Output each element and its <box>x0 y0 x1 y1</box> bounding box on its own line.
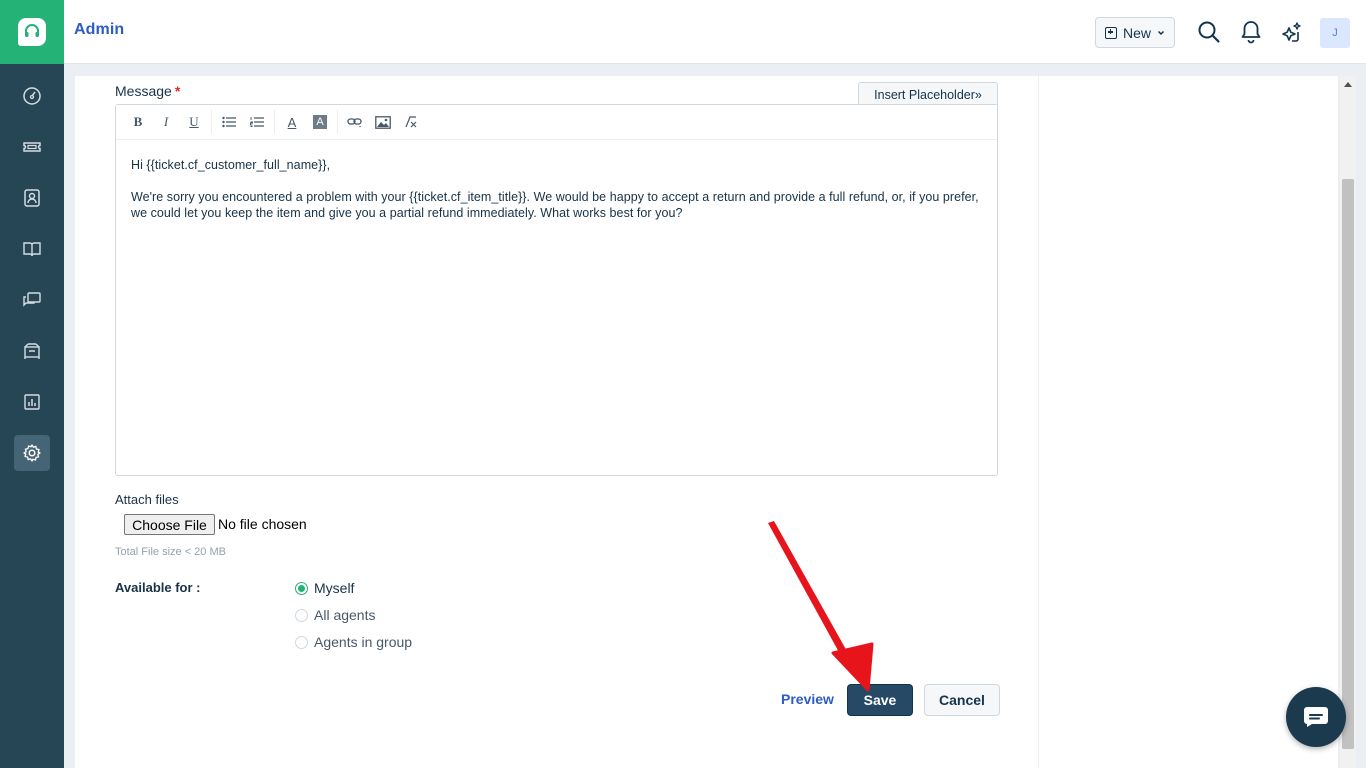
sparkle-ai-icon <box>1282 22 1301 42</box>
required-marker: * <box>174 83 181 99</box>
clear-format-button[interactable] <box>397 110 425 134</box>
toolbar-separator <box>211 110 212 134</box>
radio-option-myself[interactable]: Myself <box>295 580 354 596</box>
sidebar-item-reports[interactable] <box>14 384 50 420</box>
admin-gear-icon <box>23 444 41 462</box>
reports-icon <box>24 394 40 410</box>
sidebar <box>0 0 64 768</box>
no-file-chosen-text: No file chosen <box>218 516 307 532</box>
notifications-button[interactable] <box>1237 18 1265 46</box>
sidebar-item-groups[interactable] <box>14 333 50 369</box>
save-button[interactable]: Save <box>847 684 913 716</box>
page-title: Admin <box>74 21 125 38</box>
radio-option-all-agents[interactable]: All agents <box>295 607 375 623</box>
bold-button[interactable]: B <box>124 110 152 134</box>
chat-bubble-icon <box>1304 707 1328 727</box>
file-size-note: Total File size < 20 MB <box>115 546 226 558</box>
top-bar: Admin New J <box>64 0 1366 64</box>
tickets-icon <box>23 142 41 152</box>
message-label: Message * <box>115 83 180 99</box>
plus-box-icon <box>1104 26 1117 39</box>
sidebar-item-tickets[interactable] <box>14 129 50 165</box>
ai-assist-button[interactable] <box>1278 18 1306 46</box>
bullet-list-icon <box>222 116 236 128</box>
sidebar-item-admin[interactable] <box>14 435 50 471</box>
radio-button[interactable] <box>295 608 308 622</box>
headset-icon <box>18 18 46 46</box>
underline-button[interactable]: U <box>180 110 208 134</box>
background-color-button[interactable]: A <box>306 110 334 134</box>
cancel-button[interactable]: Cancel <box>924 684 1000 716</box>
dashboard-icon <box>23 87 41 105</box>
attach-files-label: Attach files <box>115 492 179 507</box>
app-logo[interactable] <box>0 0 64 64</box>
radio-button[interactable] <box>295 635 308 649</box>
new-button[interactable]: New <box>1095 17 1175 48</box>
scroll-thumb[interactable] <box>1342 179 1354 749</box>
clear-format-icon <box>405 116 417 128</box>
sidebar-item-forums[interactable] <box>14 282 50 318</box>
radio-label: All agents <box>314 607 376 623</box>
radio-button-checked[interactable] <box>295 581 308 595</box>
sidebar-item-solutions[interactable] <box>14 231 50 267</box>
message-body[interactable]: Hi {{ticket.cf_customer_full_name}}, We'… <box>116 140 997 254</box>
user-avatar[interactable]: J <box>1320 18 1350 48</box>
message-greeting: Hi {{ticket.cf_customer_full_name}}, <box>131 158 331 172</box>
solutions-icon <box>23 242 41 257</box>
editor-toolbar: B I U A A <box>116 105 997 140</box>
insert-placeholder-button[interactable]: Insert Placeholder» <box>858 82 998 106</box>
radio-option-agents-in-group[interactable]: Agents in group <box>295 634 412 650</box>
insert-link-button[interactable] <box>341 110 369 134</box>
groups-icon <box>24 343 40 359</box>
search-icon <box>1198 21 1220 43</box>
radio-label: Agents in group <box>314 634 413 650</box>
background-color-glyph: A <box>313 115 327 129</box>
toolbar-separator <box>337 110 338 134</box>
insert-image-button[interactable] <box>369 110 397 134</box>
available-for-label: Available for : <box>115 580 201 595</box>
toolbar-separator <box>274 110 275 134</box>
search-button[interactable] <box>1195 18 1223 46</box>
forums-icon <box>23 292 41 307</box>
main-content: Message* Insert Placeholder» B I U A A <box>75 76 1338 768</box>
sidebar-item-contacts[interactable] <box>14 180 50 216</box>
choose-file-button[interactable]: Choose File <box>124 514 215 535</box>
page-scrollbar[interactable] <box>1340 76 1356 768</box>
message-editor[interactable]: B I U A A Hi {{ticket.cf_customer_full_n… <box>115 104 998 476</box>
scroll-up-arrow-icon[interactable] <box>1344 82 1352 87</box>
right-panel-divider <box>1038 76 1039 768</box>
numbered-list-button[interactable] <box>243 110 271 134</box>
chat-widget-button[interactable] <box>1286 687 1346 747</box>
bell-icon <box>1241 21 1261 44</box>
italic-button[interactable]: I <box>152 110 180 134</box>
image-icon <box>375 115 391 129</box>
preview-link[interactable]: Preview <box>781 691 834 707</box>
sidebar-item-dashboard[interactable] <box>14 78 50 114</box>
numbered-list-icon <box>250 117 264 127</box>
bullet-list-button[interactable] <box>215 110 243 134</box>
link-icon <box>347 118 362 128</box>
contacts-icon <box>24 189 40 207</box>
message-label-text: Message <box>115 83 172 99</box>
chevron-down-icon <box>1157 30 1165 35</box>
new-button-label: New <box>1122 24 1151 41</box>
font-color-button[interactable]: A <box>278 110 306 134</box>
radio-label: Myself <box>314 580 355 596</box>
message-paragraph: We're sorry you encountered a problem wi… <box>131 190 979 220</box>
